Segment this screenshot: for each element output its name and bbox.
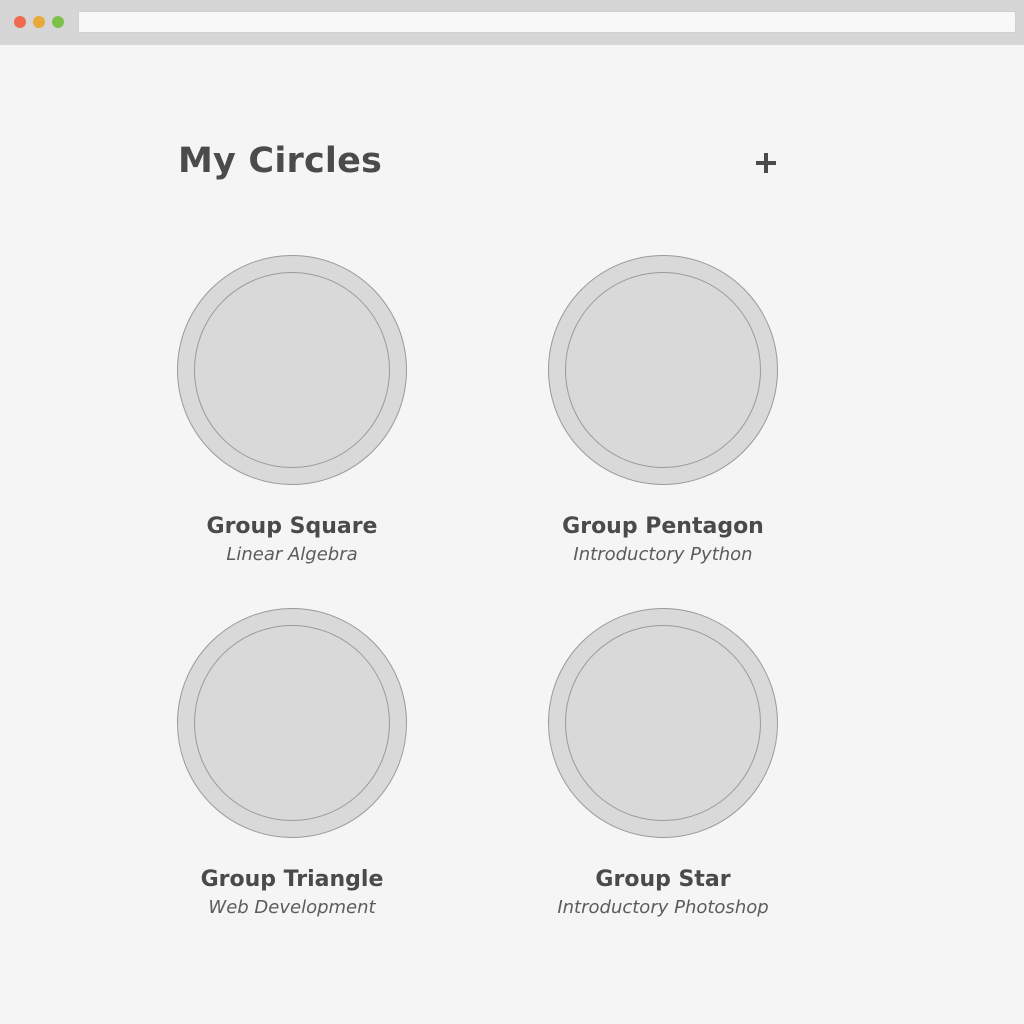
group-name: Group Square — [206, 514, 378, 539]
group-avatar[interactable] — [548, 608, 778, 838]
add-circle-button[interactable] — [748, 145, 784, 181]
group-name: Group Pentagon — [562, 514, 764, 539]
group-avatar-inner — [565, 272, 761, 468]
group-card-triangle[interactable]: Group Triangle Web Development — [142, 608, 442, 920]
browser-chrome — [0, 0, 1024, 45]
minimize-window-icon[interactable] — [33, 16, 45, 28]
group-avatar[interactable] — [548, 255, 778, 485]
group-subject: Linear Algebra — [226, 544, 358, 565]
group-card-star[interactable]: Group Star Introductory Photoshop — [513, 608, 813, 920]
group-avatar-inner — [194, 625, 390, 821]
address-bar[interactable] — [78, 11, 1016, 33]
close-window-icon[interactable] — [14, 16, 26, 28]
group-card-square[interactable]: Group Square Linear Algebra — [142, 255, 442, 567]
group-avatar[interactable] — [177, 255, 407, 485]
group-name: Group Triangle — [200, 867, 384, 892]
group-subject: Introductory Photoshop — [557, 897, 769, 918]
group-avatar-inner — [565, 625, 761, 821]
group-card-pentagon[interactable]: Group Pentagon Introductory Python — [513, 255, 813, 567]
group-subject: Introductory Python — [573, 544, 753, 565]
group-avatar-inner — [194, 272, 390, 468]
plus-icon — [756, 153, 776, 173]
group-name: Group Star — [595, 867, 731, 892]
group-subject: Web Development — [208, 897, 376, 918]
group-avatar[interactable] — [177, 608, 407, 838]
page-content: My Circles Group Square Linear Algebra G… — [0, 45, 1024, 1024]
page-title: My Circles — [178, 141, 383, 181]
maximize-window-icon[interactable] — [52, 16, 64, 28]
